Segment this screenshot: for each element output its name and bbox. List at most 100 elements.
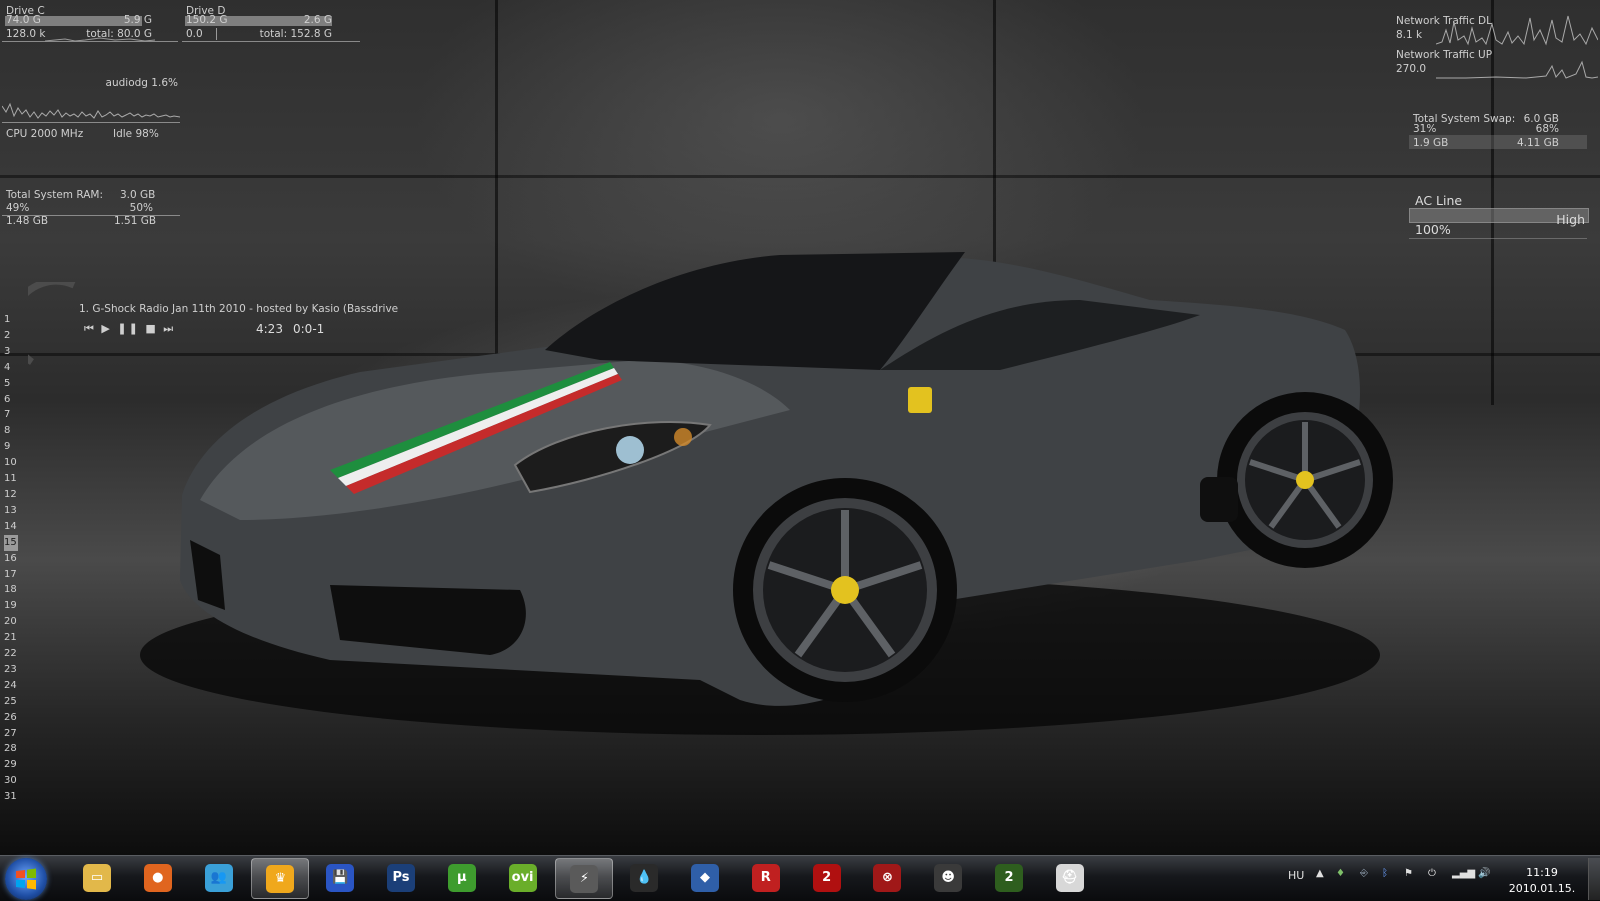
calendar-day: 1: [4, 314, 11, 325]
calendar-day: 27: [4, 727, 17, 739]
calendar-day: 8: [4, 425, 11, 437]
taskbar-app-windows-live-messenger[interactable]: 👥: [191, 858, 247, 897]
gta-game-icon: 2: [812, 864, 841, 892]
cpu-top-process: audiodg 1.6%: [105, 77, 178, 89]
calendar-day: 2: [4, 329, 11, 341]
calendar-day: 29: [4, 759, 17, 771]
taskbar-app-gta-game[interactable]: 2: [799, 858, 855, 897]
taskbar-app-counter-strike[interactable]: ☻: [920, 858, 976, 897]
windows-logo-icon: [16, 868, 36, 890]
ram-used: 1.48 GB: [6, 215, 49, 227]
taskbar-app-helmet-app[interactable]: ⛑: [1042, 858, 1098, 897]
usb-tray-icon[interactable]: ⎆: [1360, 868, 1368, 879]
calendar-day: 23: [4, 663, 17, 675]
windows-live-messenger-icon: 👥: [204, 864, 233, 892]
calendar-day: 4: [4, 361, 11, 373]
photoshop-icon: Ps: [387, 864, 415, 892]
calendar-day: 6: [4, 393, 11, 405]
stop-button[interactable]: ■: [145, 322, 157, 335]
call-of-duty-2-icon: 2: [995, 864, 1023, 892]
clock-date[interactable]: 2010.01.15.: [1502, 882, 1582, 895]
drive-c-used: 74.0 G: [6, 14, 41, 26]
play-button[interactable]: ▶: [101, 322, 111, 335]
media-track-title: 1. G-Shock Radio Jan 11th 2010 - hosted …: [79, 303, 399, 315]
calendar-day: 31: [4, 791, 17, 803]
swap-used: 1.9 GB: [1413, 137, 1449, 149]
calendar-day: 25: [4, 695, 17, 707]
desktop-wallpaper: [0, 0, 1600, 855]
drive-c-free: 5.9 G: [123, 14, 152, 26]
calendar-day: 16: [4, 552, 17, 564]
calendar-day: 13: [4, 504, 17, 516]
razer-app-icon: ◆: [691, 864, 719, 892]
network-tray-icon[interactable]: ♦: [1336, 868, 1345, 879]
ram-free-percent: 50%: [129, 202, 153, 214]
network-dl-value: 8.1 k: [1396, 29, 1423, 41]
network-up-value: 270.0: [1396, 63, 1427, 75]
previous-track-button[interactable]: ⏮: [84, 322, 96, 335]
cpu-idle: Idle 98%: [113, 128, 159, 140]
cpu-speed: CPU 2000 MHz: [6, 128, 84, 140]
media-counter: 0:0-1: [293, 322, 325, 336]
nokia-ovi-icon: ovi: [508, 864, 537, 892]
taskbar-app-rfactor-game[interactable]: ⊗: [859, 858, 915, 897]
taskbar-app-razer-app[interactable]: ◆: [677, 858, 733, 897]
calendar-day: 17: [4, 568, 17, 580]
drive-d-activity: 0.0: [186, 28, 203, 40]
taskbar-app-utorrent[interactable]: µ: [434, 858, 490, 897]
ram-total: 3.0 GB: [120, 189, 156, 201]
calendar-day: 3: [4, 345, 11, 357]
ram-used-percent: 49%: [6, 202, 30, 214]
helmet-app-icon: ⛑: [1055, 864, 1084, 892]
power-percent: 100%: [1415, 222, 1451, 237]
counter-strike-icon: ☻: [934, 864, 963, 892]
drive-d-total: total: 152.8 G: [259, 28, 332, 40]
taskbar-app-save-disk[interactable]: 💾: [312, 858, 368, 897]
calendar-day: 14: [4, 520, 17, 532]
taskbar-app-water-drop-app[interactable]: 💧: [616, 858, 672, 897]
volume-icon[interactable]: 🔊: [1478, 868, 1490, 879]
power-plug-icon[interactable]: ⏻: [1428, 868, 1436, 879]
car-image: [140, 252, 1393, 735]
show-hidden-icons-button[interactable]: ▲: [1316, 868, 1324, 879]
bluetooth-icon[interactable]: ᛒ: [1382, 868, 1388, 879]
taskbar-app-call-of-duty-2[interactable]: 2: [981, 858, 1037, 897]
calendar-day: 30: [4, 775, 17, 787]
calendar-day: 18: [4, 584, 17, 596]
calendar-day-list: 1 2 3 4 5 6 7 8 9 10 11 12 13 14 15 16 17 18 19 20 21 22 23 24 2…: [4, 312, 26, 805]
taskbar-app-winamp[interactable]: ⚡: [555, 858, 614, 899]
calendar-day: 12: [4, 488, 17, 500]
start-button[interactable]: [5, 858, 47, 900]
drive-d-free: 2.6 G: [303, 14, 332, 26]
media-player-arc: [28, 282, 76, 365]
action-center-flag-icon[interactable]: ⚑: [1404, 868, 1413, 879]
calendar-day: 28: [4, 743, 17, 755]
calendar-day: 7: [4, 409, 11, 421]
race-game-icon: R: [751, 864, 780, 892]
windows-explorer-icon: ▭: [83, 864, 111, 892]
calendar-day: 9: [4, 441, 11, 453]
calendar-day: 11: [4, 473, 17, 485]
clock-time[interactable]: 11:19: [1502, 866, 1582, 879]
taskbar-app-windows-explorer[interactable]: ▭: [69, 858, 125, 897]
drive-c-activity-graph: [45, 37, 155, 42]
power-level: High: [1556, 212, 1585, 227]
calendar-day: 21: [4, 632, 17, 644]
taskbar-app-winamp-skin-app[interactable]: ♛: [251, 858, 310, 899]
winamp-skin-app-icon: ♛: [266, 865, 295, 893]
pause-button[interactable]: ❚❚: [117, 322, 139, 335]
next-track-button[interactable]: ⏭: [163, 322, 175, 335]
taskbar-app-race-game[interactable]: R: [738, 858, 794, 897]
ram-free: 1.51 GB: [114, 215, 157, 227]
drive-c-activity: 128.0 k: [6, 28, 46, 40]
winamp-icon: ⚡: [570, 865, 599, 893]
language-indicator[interactable]: HU: [1288, 869, 1304, 882]
rfactor-game-icon: ⊗: [873, 864, 902, 892]
taskbar-app-photoshop[interactable]: Ps: [373, 858, 429, 897]
calendar-day: 19: [4, 600, 17, 612]
drive-d-used: 150.2 G: [186, 14, 228, 26]
taskbar-app-nokia-ovi[interactable]: ovi: [495, 858, 551, 897]
show-desktop-button[interactable]: [1588, 858, 1600, 900]
taskbar-app-firefox[interactable]: ●: [130, 858, 186, 897]
wireless-signal-icon[interactable]: ▂▄▆: [1452, 868, 1475, 879]
